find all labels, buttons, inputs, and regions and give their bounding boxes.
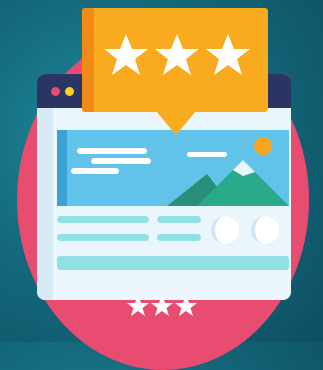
star-icon [206, 34, 250, 75]
bottom-rating-stars [127, 295, 197, 316]
footer-bar [57, 256, 289, 270]
window-dot-yellow [65, 87, 74, 96]
window-dot-red [51, 87, 60, 96]
rating-banner-edge [82, 8, 94, 112]
star-icon [175, 295, 197, 316]
hero-image [57, 130, 289, 206]
text-line [57, 216, 149, 223]
mountain-icon [167, 160, 289, 206]
star-icon [104, 34, 148, 75]
window-side-strip [37, 108, 53, 300]
text-line [157, 234, 201, 241]
star-icon [151, 295, 173, 316]
avatar-circles [211, 216, 279, 244]
landscape-image [71, 137, 289, 206]
sun-icon [254, 137, 272, 155]
star-icon [127, 295, 149, 316]
text-line [57, 234, 149, 241]
banner-pointer [156, 111, 196, 135]
cloud-icon [71, 148, 227, 174]
text-line [157, 216, 201, 223]
top-rating-stars [104, 34, 250, 75]
star-icon [155, 34, 199, 75]
